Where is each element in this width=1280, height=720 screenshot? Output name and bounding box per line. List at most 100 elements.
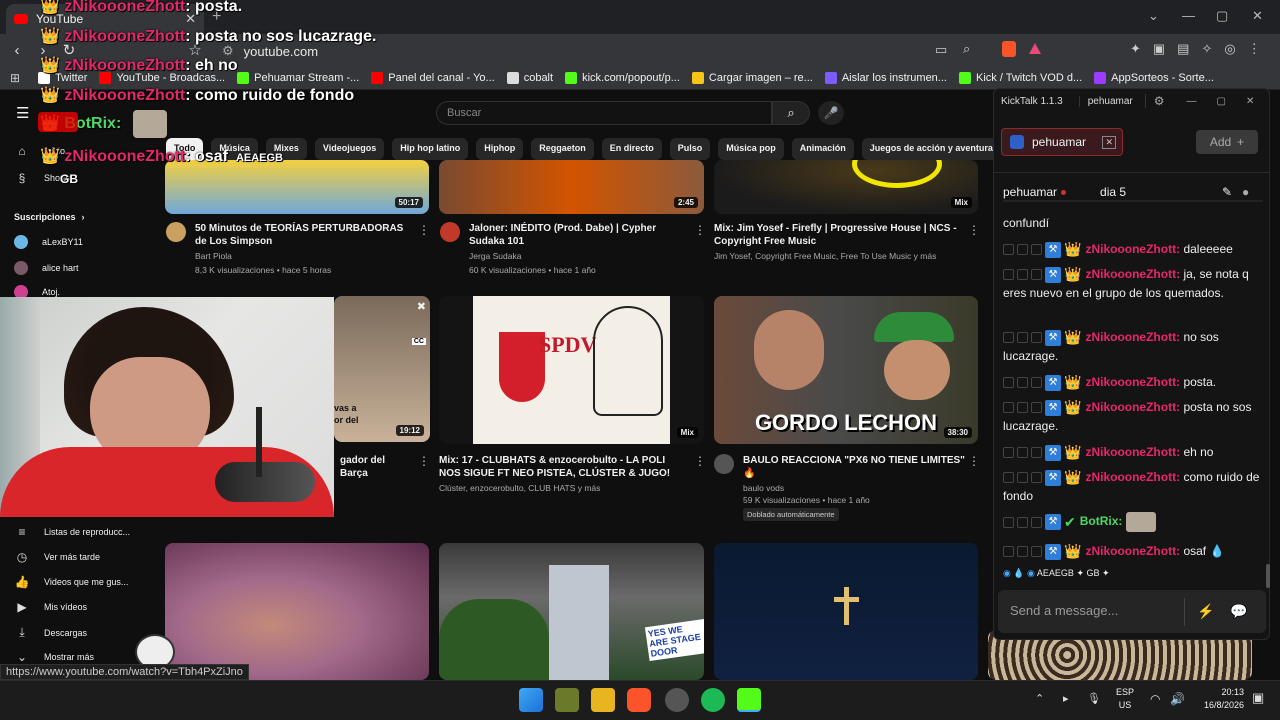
mod-action-icon[interactable] [1031, 377, 1042, 389]
emote-menu-icon[interactable]: ⚡ [1197, 603, 1214, 620]
search-input[interactable]: Buscar [436, 101, 772, 125]
video-thumbnail[interactable]: Mix [714, 160, 978, 214]
channel-avatar[interactable] [166, 222, 186, 242]
more-options-icon[interactable]: ⋮ [968, 454, 980, 468]
tray-icon[interactable]: ▸ [1063, 692, 1069, 705]
video-thumbnail[interactable] [714, 543, 978, 680]
chat-username[interactable]: zNikoooneZhott: [1085, 267, 1180, 281]
chat-message[interactable]: ⚒ 👑 zNikoooneZhott: no sos lucazrage. [1003, 328, 1263, 366]
extension-icons[interactable]: ✦▣▤✧◎⋮ [1130, 41, 1273, 57]
sidebar-sub-alexby11[interactable]: aLexBY11 [14, 235, 83, 249]
sidebar-item-downloads[interactable]: ⤓ Descargas [14, 625, 87, 640]
video-thumbnail[interactable]: GORDO LECHON 38:30 [714, 296, 978, 444]
mod-action-icon[interactable] [1031, 244, 1042, 256]
chat-username[interactable]: zNikoooneZhott: [1085, 445, 1180, 459]
mod-action-icon[interactable] [1031, 516, 1042, 528]
volume-icon[interactable]: 🔊 [1170, 692, 1185, 706]
zoom-icon[interactable]: ⌕ [963, 41, 970, 57]
chip-4[interactable]: Hip hop latino [392, 138, 469, 160]
mod-action-icon[interactable] [1003, 516, 1014, 528]
more-options-icon[interactable]: ⋮ [418, 454, 430, 468]
video-thumbnail[interactable]: 50:17 [165, 160, 429, 214]
apps-icon[interactable]: ⊞ [10, 71, 20, 85]
chat-username[interactable]: zNikoooneZhott: [1085, 330, 1180, 344]
chat-username[interactable]: zNikoooneZhott: [1085, 375, 1180, 389]
mod-action-icon[interactable] [1031, 402, 1042, 414]
chip-9[interactable]: Música pop [718, 138, 784, 160]
close-icon[interactable]: ✖ [417, 300, 426, 313]
channel-name[interactable]: Jerga Sudaka [469, 250, 521, 263]
sidebar-item-show-more[interactable]: ⌄ Mostrar más [14, 650, 94, 664]
mod-action-icon[interactable] [1003, 377, 1014, 389]
maximize-icon[interactable]: ▢ [1216, 8, 1228, 24]
language-indicator[interactable]: ESP US [1116, 686, 1134, 712]
video-title[interactable]: gador del Barça [340, 454, 410, 480]
mod-action-icon[interactable] [1003, 472, 1014, 484]
clock[interactable]: 20:13 16/8/2026 [1196, 686, 1244, 712]
cast-icon[interactable]: ▭ [935, 42, 947, 58]
chat-username[interactable]: zNikoooneZhott: [1085, 400, 1180, 414]
notification-icon[interactable]: ▣ [1252, 690, 1264, 706]
chat-bubble-icon[interactable]: 💬 [1230, 603, 1247, 620]
sidebar-item-playlists[interactable]: ≡ Listas de reproducc... [14, 525, 130, 539]
chat-username[interactable]: zNikoooneZhott: [1085, 242, 1180, 256]
app-icon[interactable] [555, 688, 579, 712]
channel-avatar[interactable] [440, 222, 460, 242]
sidebar-item-watch-later[interactable]: ◷ Ver más tarde [14, 550, 100, 564]
maximize-icon[interactable]: ▢ [1217, 96, 1226, 107]
mod-action-icon[interactable] [1017, 244, 1028, 256]
bookmark-item[interactable]: cobalt [506, 71, 553, 84]
kick-icon[interactable] [737, 688, 761, 712]
minimize-icon[interactable]: — [1187, 96, 1197, 107]
chat-username[interactable]: zNikoooneZhott: [1085, 544, 1180, 558]
more-options-icon[interactable]: ⋮ [694, 223, 706, 237]
tray-chevron-icon[interactable]: ⌃ [1035, 692, 1044, 705]
bookmark-item[interactable]: Kick / Twitch VOD d... [958, 71, 1082, 84]
pin-icon[interactable]: ✎ [1222, 185, 1232, 199]
menu-icon[interactable]: ☰ [16, 104, 29, 122]
mod-action-icon[interactable] [1003, 244, 1014, 256]
bookmark-item[interactable]: AppSorteos - Sorte... [1094, 71, 1214, 84]
more-options-icon[interactable]: ⋮ [694, 454, 706, 468]
user-name[interactable]: pehuamar [1078, 95, 1133, 107]
video-title[interactable]: Jaloner: INÉDITO (Prod. Dabe) | Cypher S… [469, 222, 684, 248]
sidebar-sub-alice-hart[interactable]: alice hart [14, 261, 79, 275]
brave-icon[interactable] [627, 688, 651, 712]
brave-shields-icon[interactable] [1002, 41, 1016, 57]
sidebar-item-my-videos[interactable]: ▶ Mis vídeos [14, 600, 87, 614]
chat-username[interactable]: BotRix: [1080, 514, 1123, 528]
video-title[interactable]: Mix: 17 - CLUBHATS & enzocerobulto - LA … [439, 454, 689, 480]
file-explorer-icon[interactable] [591, 688, 615, 712]
chat-message[interactable]: ⚒ 👑 zNikoooneZhott: posta. [1003, 373, 1263, 392]
voice-search-button[interactable]: 🎤 [818, 101, 844, 125]
chat-message[interactable]: ⚒ 👑 zNikoooneZhott: como ruido de fondo [1003, 468, 1263, 506]
back-icon[interactable]: ‹ [4, 42, 30, 59]
more-options-icon[interactable]: ⋮ [968, 223, 980, 237]
video-thumbnail[interactable]: YES WE ARE STAGE DOOR [439, 543, 704, 680]
chip-6[interactable]: Reggaeton [531, 138, 594, 160]
mic-icon[interactable]: 🎙 [1087, 692, 1101, 705]
brave-rewards-icon[interactable] [1029, 43, 1041, 54]
wifi-icon[interactable]: ◠ [1150, 692, 1160, 706]
sidebar-subscriptions-header[interactable]: Suscripciones › [14, 212, 85, 222]
chip-11[interactable]: Juegos de acción y aventuras [861, 138, 996, 160]
mod-action-icon[interactable] [1031, 546, 1042, 558]
spotify-icon[interactable] [701, 688, 725, 712]
mod-action-icon[interactable] [1017, 546, 1028, 558]
minimize-icon[interactable]: — [1182, 8, 1195, 23]
add-channel-button[interactable]: Add + [1196, 130, 1258, 154]
chat-message[interactable]: ⚒ 👑 zNikoooneZhott: daleeeee [1003, 240, 1263, 259]
chat-username[interactable]: zNikoooneZhott: [1085, 470, 1180, 484]
bookmark-item[interactable]: Cargar imagen – re... [691, 71, 813, 84]
chat-message[interactable]: ⚒ 👑 zNikoooneZhott: eh no [1003, 443, 1263, 462]
mod-action-icon[interactable] [1017, 472, 1028, 484]
chat-tab-pehuamar[interactable]: pehuamar ✕ [1001, 128, 1123, 156]
chat-message[interactable]: ⚒ 👑 zNikoooneZhott: posta no sos lucazrage… [1003, 398, 1263, 436]
chip-10[interactable]: Animación [791, 138, 854, 160]
sidebar-item-liked[interactable]: 👍 Videos que me gus... [14, 575, 129, 589]
video-title[interactable]: BAULO REACCIONA "PX6 NO TIENE LIMITES" 🔥 [743, 454, 968, 480]
mod-action-icon[interactable] [1003, 269, 1014, 281]
video-title[interactable]: 50 Minutos de TEORÍAS PERTURBADORAS de L… [195, 222, 410, 248]
close-icon[interactable]: ✕ [1246, 96, 1254, 107]
start-icon[interactable] [519, 688, 543, 712]
